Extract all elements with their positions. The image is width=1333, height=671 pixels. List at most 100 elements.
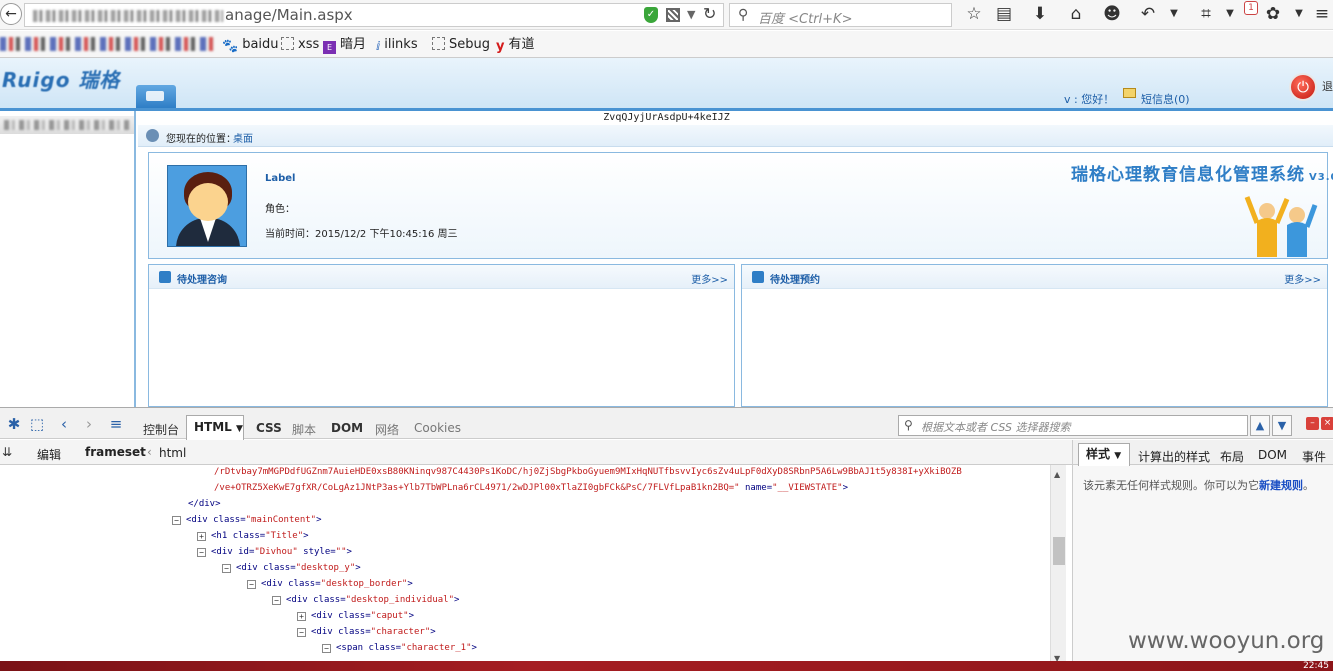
command-line-icon[interactable]: ≡ [107, 415, 125, 433]
tree-node[interactable]: + <div class="caput"> [297, 609, 414, 623]
collapse-icon[interactable]: − [172, 516, 181, 525]
search-next-icon[interactable]: ▼ [1272, 415, 1292, 436]
search-input[interactable]: ⚲ 百度 <Ctrl+K> [729, 3, 952, 27]
panel-title: 待处理预约 [770, 275, 820, 286]
firebug-icon[interactable]: ✿ [1262, 3, 1284, 25]
html-panel-scrollbar[interactable]: ▲ ▼ [1050, 465, 1066, 671]
qr-code-icon[interactable] [666, 8, 680, 22]
crumb-separator: ‹ [147, 445, 152, 459]
taskbar: 22:45 [0, 661, 1333, 671]
more-link[interactable]: 更多>> [1284, 271, 1321, 286]
collapse-icon[interactable]: − [222, 564, 231, 573]
tree-node[interactable]: + <h1 class="Title"> [197, 529, 309, 543]
notification-badge-icon[interactable]: 1 [1244, 1, 1258, 15]
home-icon[interactable]: ⌂ [1065, 3, 1087, 25]
profile-panel: Label 角色： 当前时间：2015/12/2 下午10:45:16 周三 瑞… [148, 152, 1333, 259]
edit-button[interactable]: 编辑 [37, 446, 61, 463]
bookmark-list-icon[interactable]: ▤ [993, 3, 1015, 25]
new-rule-link[interactable]: 新建规则 [1259, 479, 1303, 492]
app-logo: Ruigo 瑞格 [2, 68, 121, 92]
breadcrumb-desktop-link[interactable]: 桌面 [233, 130, 253, 145]
logout-label[interactable]: 退 [1322, 78, 1333, 94]
tab-script[interactable]: 脚本 [292, 421, 316, 438]
bookmark-baidu[interactable]: 🐾 baidu [222, 36, 279, 54]
side-tab-layout[interactable]: 布局 [1220, 448, 1244, 465]
avatar [167, 165, 247, 247]
url-bar[interactable]: anage/Main.aspx ✓ ▼ ↻ [24, 3, 724, 27]
side-tab-computed[interactable]: 计算出的样式 [1138, 448, 1210, 465]
panel-header: 待处理预约 更多>> [742, 265, 1327, 289]
close-icon[interactable]: × [1321, 417, 1333, 430]
side-tab-dom[interactable]: DOM [1258, 448, 1287, 462]
back-chevron-icon[interactable]: ‹ [55, 415, 73, 433]
expand-icon[interactable]: + [297, 612, 306, 621]
chevron-down-icon[interactable]: ▼ [1163, 3, 1185, 25]
collapse-icon[interactable]: − [247, 580, 256, 589]
no-style-message: 该元素无任何样式规则。你可以为它新建规则。 [1083, 479, 1314, 492]
tree-node[interactable]: − <span class="character_1"> [322, 641, 477, 655]
menu-icon[interactable]: ≡ [1311, 3, 1333, 25]
tab-html[interactable]: HTML ▼ [186, 415, 244, 440]
bookmark-anyue[interactable]: E 暗月 [323, 36, 366, 54]
expand-icon[interactable]: + [197, 532, 206, 541]
header-nav-tab[interactable] [136, 85, 176, 108]
chevron-down-icon[interactable]: ▼ [1219, 3, 1241, 25]
tree-node[interactable]: − <div class="desktop_y"> [222, 561, 361, 575]
system-title-text: 瑞格心理教育信息化管理系统 [1071, 165, 1305, 185]
bookmark-xss[interactable]: xss [281, 36, 319, 54]
viewstate-line: /rDtvbay7mMGPDdfUGZnm7AuieHDE0xsB80KNinq… [214, 467, 962, 477]
side-tab-style[interactable]: 样式 ▼ [1078, 443, 1130, 466]
download-icon[interactable]: ⬇ [1029, 3, 1051, 25]
back-arrow-icon[interactable]: ← [0, 3, 22, 25]
bookmark-sebug[interactable]: Sebug [432, 36, 490, 54]
logout-power-icon[interactable]: ⏻ [1289, 73, 1317, 101]
expand-arrows-icon[interactable]: ⇊ [2, 445, 12, 459]
browser-nav-bar: ← anage/Main.aspx ✓ ▼ ↻ ⚲ 百度 <Ctrl+K> ☆ … [0, 0, 1333, 30]
chevron-down-icon[interactable]: ▼ [687, 8, 695, 21]
forward-chevron-icon[interactable]: › [80, 415, 98, 433]
messages-link[interactable]: 短信息(0) [1141, 91, 1190, 107]
crumb-frameset[interactable]: frameset [85, 445, 146, 459]
mail-icon[interactable] [1123, 88, 1136, 98]
scrollbar-thumb[interactable] [1053, 537, 1065, 565]
token-text: ZvqQJyjUrAsdpU+4keIJZ [603, 112, 730, 123]
tab-console[interactable]: 控制台 [143, 421, 179, 438]
tree-node[interactable]: − <div id="Divhou" style=""> [197, 545, 352, 559]
pending-appointment-panel: 待处理预约 更多>> [741, 264, 1328, 407]
collapse-icon[interactable]: − [322, 644, 331, 653]
inspect-icon[interactable]: ⬚ [28, 415, 46, 433]
firebug-toolbar: ✱ ⬚ ‹ › ≡ 控制台 HTML ▼ CSS 脚本 DOM 网络 Cooki… [0, 407, 1333, 440]
tree-node[interactable]: − <div class="desktop_individual"> [272, 593, 459, 607]
bookmark-ilinks[interactable]: ⅈ ilinks [376, 36, 418, 54]
tree-node[interactable]: − <div class="character"> [297, 625, 436, 639]
undo-icon[interactable]: ↶ [1137, 3, 1159, 25]
star-icon[interactable]: ☆ [963, 3, 985, 25]
more-link[interactable]: 更多>> [691, 271, 728, 286]
tab-css[interactable]: CSS [256, 421, 282, 435]
sidebar-redacted-text [4, 120, 130, 130]
chevron-down-icon[interactable]: ▼ [1288, 3, 1310, 25]
tab-network[interactable]: 网络 [375, 421, 399, 438]
bookmark-youdao[interactable]: y 有道 [496, 36, 535, 54]
chat-icon[interactable]: ☻ [1101, 3, 1123, 25]
watermark: www.wooyun.org [1128, 628, 1325, 654]
tab-dom[interactable]: DOM [331, 421, 363, 435]
firebug-breadcrumb: ⇊ 编辑 frameset ‹ html [0, 440, 1072, 465]
reload-icon[interactable]: ↻ [703, 4, 716, 23]
tab-cookies[interactable]: Cookies [414, 421, 461, 435]
crop-icon[interactable]: ⌗ [1195, 3, 1217, 25]
scroll-up-icon[interactable]: ▲ [1054, 470, 1060, 479]
collapse-icon[interactable]: − [197, 548, 206, 557]
tree-node-maincontent[interactable]: − <div class="mainContent"> [172, 513, 322, 527]
crumb-html[interactable]: html [159, 446, 186, 460]
firebug-bug-icon[interactable]: ✱ [5, 415, 23, 433]
firebug-search-input[interactable]: ⚲ 根据文本或者 CSS 选择器搜索 [898, 415, 1248, 436]
side-tab-events[interactable]: 事件 [1302, 448, 1326, 465]
tree-node[interactable]: − <div class="desktop_border"> [247, 577, 413, 591]
search-prev-icon[interactable]: ▲ [1250, 415, 1270, 436]
minimize-icon[interactable]: – [1306, 417, 1319, 430]
search-icon: ⚲ [738, 7, 749, 23]
collapse-icon[interactable]: − [297, 628, 306, 637]
collapse-icon[interactable]: − [272, 596, 281, 605]
shield-icon[interactable]: ✓ [644, 7, 658, 23]
